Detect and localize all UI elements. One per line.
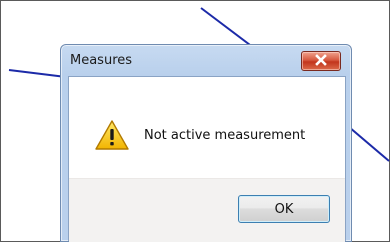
- close-button[interactable]: [301, 51, 341, 71]
- ok-button[interactable]: OK: [238, 195, 330, 223]
- measures-dialog: Measures Not active measurement OK: [60, 44, 352, 242]
- warning-icon: [95, 120, 129, 150]
- dialog-body: Not active measurement OK: [68, 76, 346, 242]
- dialog-title: Measures: [70, 53, 133, 68]
- dialog-titlebar[interactable]: Measures: [61, 45, 351, 75]
- message-area: Not active measurement: [69, 77, 345, 178]
- dialog-message: Not active measurement: [144, 128, 306, 143]
- survey-line-left: [8, 69, 67, 78]
- survey-line-right: [348, 126, 390, 162]
- close-icon: [315, 54, 327, 66]
- button-bar: OK: [69, 178, 345, 242]
